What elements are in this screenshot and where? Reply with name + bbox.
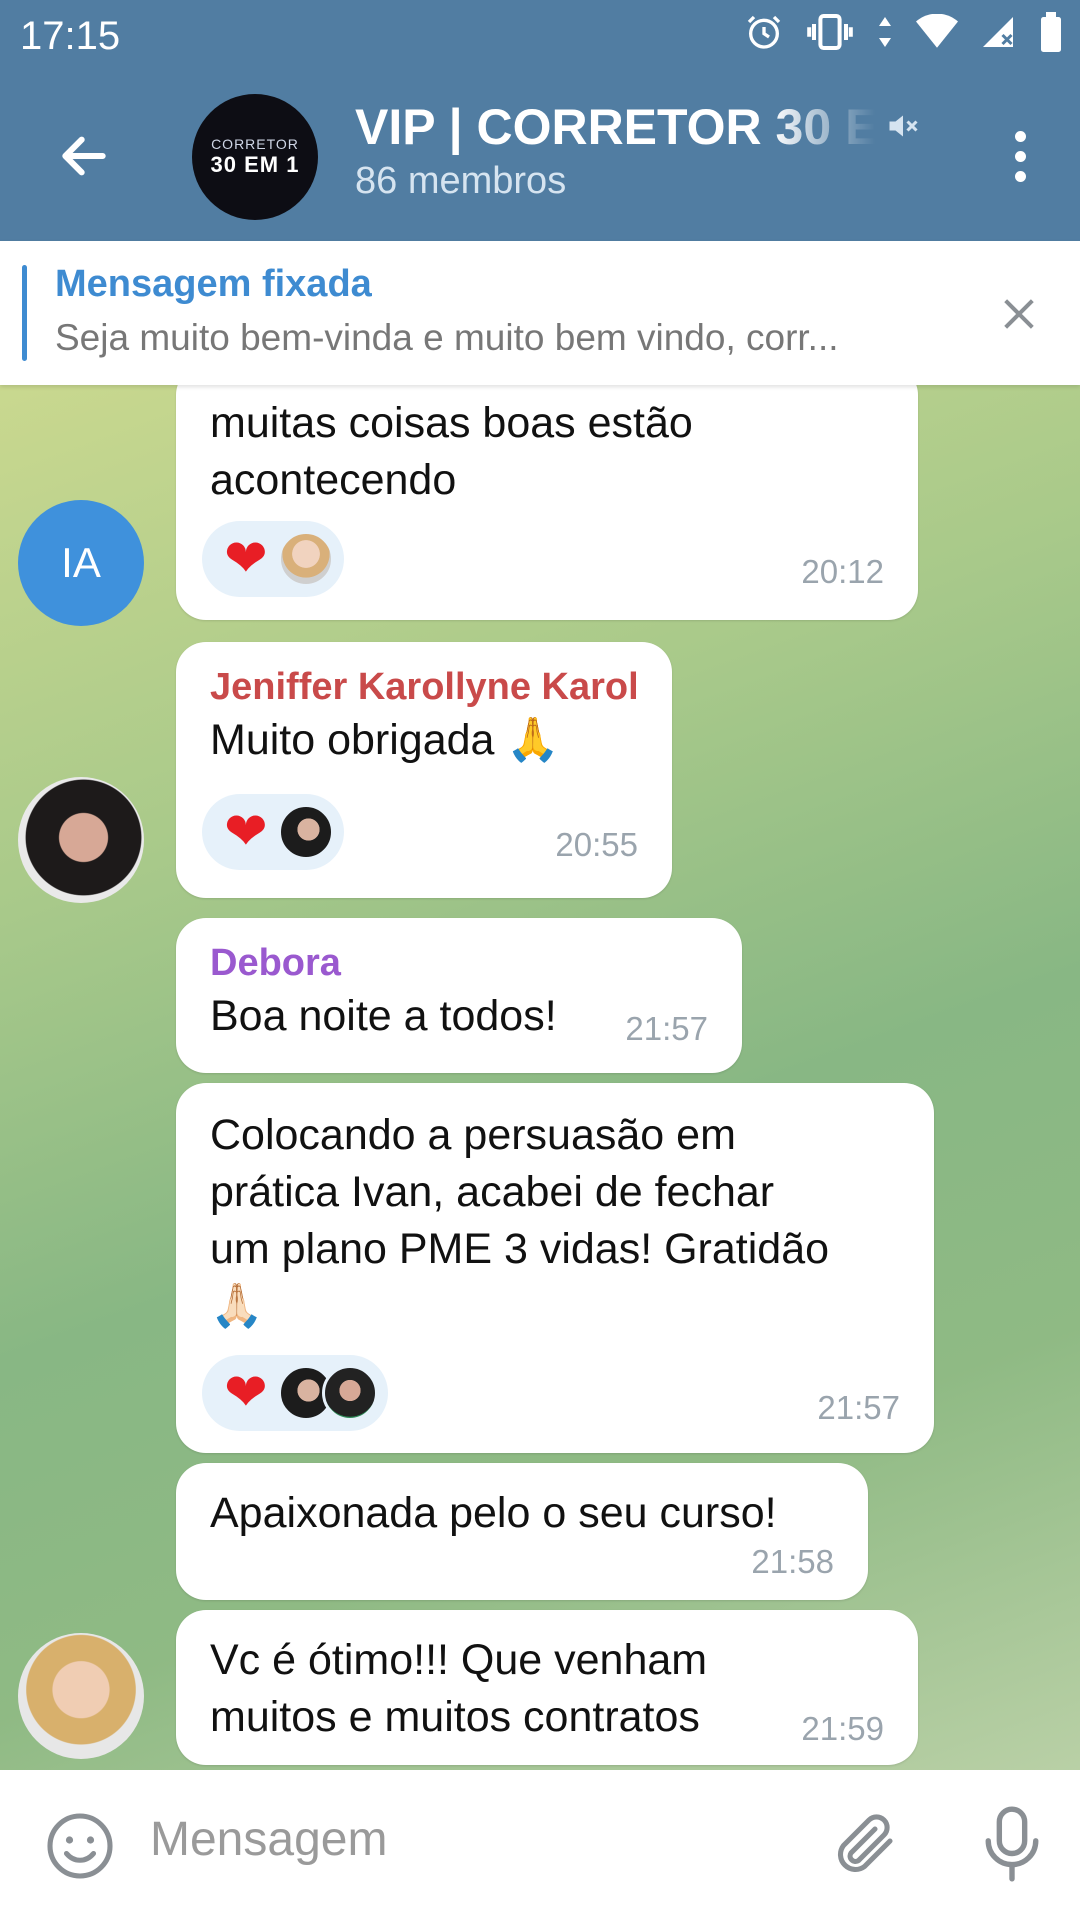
message-text: um plano PME 3 vidas! Gratidão <box>210 1225 830 1273</box>
message-time: 21:58 <box>751 1543 834 1580</box>
muted-icon <box>889 115 918 137</box>
chat-title-area[interactable]: VIP | CORRETOR 30 EM 1 86 membros <box>355 98 918 203</box>
message-text: Colocando a persuasão em <box>210 1111 736 1159</box>
message-text: Vc é ótimo!!! Que venham <box>210 1636 708 1684</box>
more-options-button[interactable] <box>1000 116 1040 196</box>
message-text: 🙏🏻 <box>210 1282 264 1330</box>
attach-button[interactable] <box>830 1808 902 1885</box>
dot-icon <box>1014 150 1026 162</box>
reactor-avatar <box>277 531 334 587</box>
group-avatar-line2: 30 EM 1 <box>210 152 300 177</box>
paperclip-icon <box>837 1814 893 1873</box>
emoji-button[interactable] <box>44 1810 116 1887</box>
message-bubble[interactable]: Debora Boa noite a todos! 21:57 <box>176 918 742 1073</box>
chat-title: VIP | CORRETOR 30 EM 1 <box>355 99 875 155</box>
battery-icon <box>1041 12 1061 52</box>
message-input-bar: Mensagem <box>0 1770 1080 1920</box>
pinned-text: Seja muito bem-vinda e muito bem vindo, … <box>55 317 839 358</box>
message-time: 21:57 <box>817 1389 900 1426</box>
message-time: 20:12 <box>801 553 884 590</box>
message-input[interactable]: Mensagem <box>150 1812 387 1867</box>
back-button[interactable] <box>44 116 124 196</box>
reactor-avatar <box>321 1365 378 1421</box>
message-text: muitos e muitos contratos <box>210 1693 700 1741</box>
message-list[interactable]: muitas coisas boas estão acontecendo ❤ 2… <box>0 385 1080 1770</box>
reaction-chip[interactable]: ❤ <box>202 521 344 597</box>
pinned-indicator <box>22 265 27 361</box>
avatar-initials: IA <box>61 539 101 586</box>
heart-icon: ❤ <box>224 1364 268 1422</box>
avatar[interactable]: IA <box>18 500 144 626</box>
message-text: muitas coisas boas estão <box>210 399 693 447</box>
status-time: 17:15 <box>20 14 121 58</box>
message-time: 21:59 <box>801 1710 884 1747</box>
message-text: Muito obrigada 🙏 <box>210 716 560 764</box>
group-avatar-line1: CORRETOR <box>211 136 299 152</box>
pinned-message-bar[interactable]: Mensagem fixada Seja muito bem-vinda e m… <box>0 241 1080 385</box>
status-bar: 17:15 <box>0 0 1080 76</box>
vibrate-icon <box>807 14 853 50</box>
signal-icon <box>983 17 1013 47</box>
data-arrows-icon <box>879 17 891 47</box>
avatar[interactable] <box>18 777 144 903</box>
heart-icon: ❤ <box>224 803 268 861</box>
message-bubble[interactable]: Vc é ótimo!!! Que venham muitos e muitos… <box>176 1610 918 1765</box>
voice-message-button[interactable] <box>980 1806 1044 1887</box>
message-text: Apaixonada pelo o seu curso! <box>210 1489 777 1537</box>
message-time: 20:55 <box>555 826 638 863</box>
message-bubble[interactable]: Colocando a persuasão em prática Ivan, a… <box>176 1083 934 1453</box>
message-bubble[interactable]: muitas coisas boas estão acontecendo ❤ 2… <box>176 385 918 620</box>
smiley-icon <box>47 1813 113 1879</box>
sender-name: Debora <box>210 942 341 984</box>
chat-header: CORRETOR 30 EM 1 VIP | CORRETOR 30 EM 1 … <box>0 76 1080 241</box>
microphone-icon <box>985 1806 1039 1882</box>
message-text: prática Ivan, acabei de fechar <box>210 1168 775 1216</box>
pinned-title: Mensagem fixada <box>55 263 372 305</box>
reactor-avatar <box>277 804 334 860</box>
wifi-icon <box>916 14 958 48</box>
reaction-chip[interactable]: ❤ <box>202 794 344 870</box>
message-text: Boa noite a todos! <box>210 992 557 1040</box>
message-text: acontecendo <box>210 456 457 504</box>
message-bubble[interactable]: Jeniffer Karollyne Karol Muito obrigada … <box>176 642 672 898</box>
close-icon <box>1004 299 1034 329</box>
dot-icon <box>1014 130 1026 142</box>
back-arrow-icon <box>62 136 106 176</box>
close-pinned-button[interactable] <box>994 289 1044 339</box>
heart-icon: ❤ <box>224 530 268 588</box>
dot-icon <box>1014 170 1026 182</box>
alarm-icon <box>747 15 781 49</box>
message-bubble[interactable]: Apaixonada pelo o seu curso! 21:58 <box>176 1463 868 1600</box>
group-avatar[interactable]: CORRETOR 30 EM 1 <box>192 94 318 220</box>
member-count: 86 membros <box>355 160 567 202</box>
message-time: 21:57 <box>625 1010 708 1047</box>
sender-name: Jeniffer Karollyne Karol <box>210 666 639 708</box>
avatar[interactable] <box>18 1633 144 1759</box>
reaction-chip[interactable]: ❤ <box>202 1355 388 1431</box>
